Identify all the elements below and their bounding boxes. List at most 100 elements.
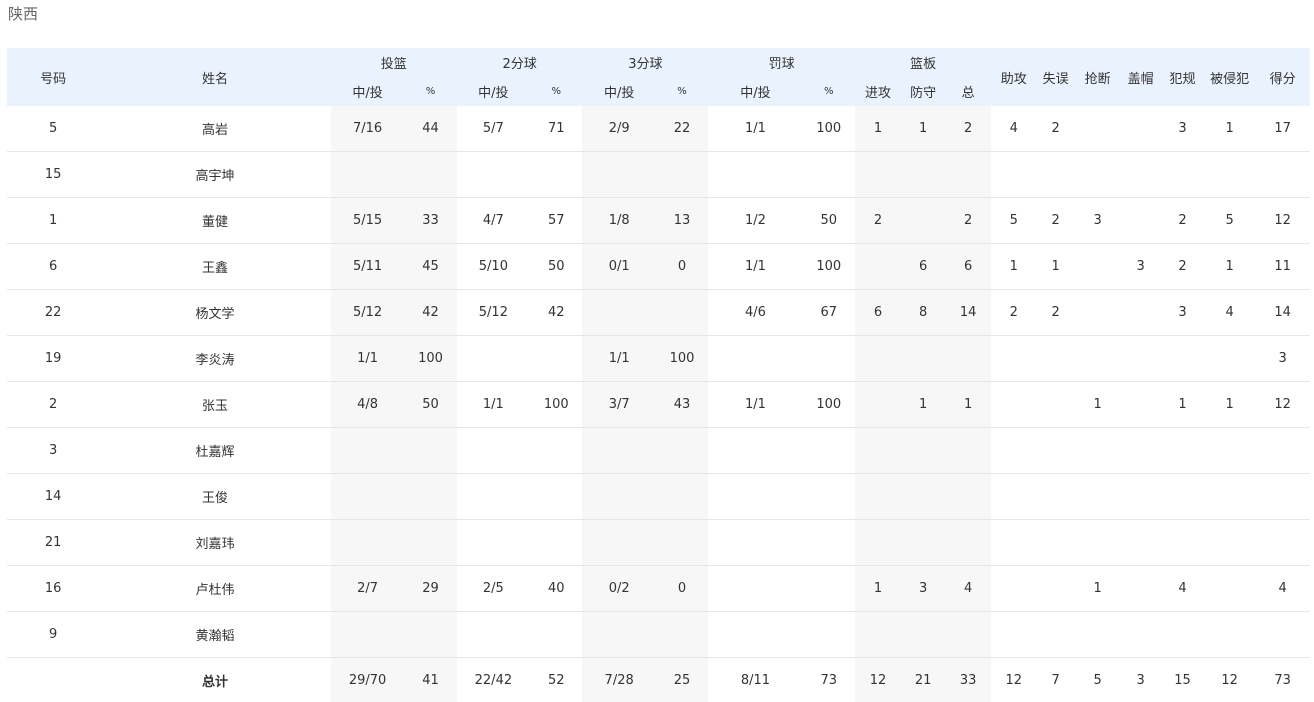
fouls [1161, 428, 1204, 474]
header-oreb: 进攻 [855, 77, 901, 106]
fouled [1204, 152, 1255, 198]
assists: 4 [991, 106, 1036, 152]
points [1255, 612, 1310, 658]
fouls: 15 [1161, 658, 1204, 702]
player-name: 杨文学 [99, 290, 331, 336]
header-three-pt: 3分球 [582, 48, 708, 77]
blocks [1120, 106, 1161, 152]
steals [1075, 106, 1120, 152]
header-treb: 总 [945, 77, 991, 106]
ft-pct [803, 428, 855, 474]
assists [991, 336, 1036, 382]
points: 73 [1255, 658, 1310, 702]
assists: 1 [991, 244, 1036, 290]
assists [991, 428, 1036, 474]
player-name: 李炎涛 [99, 336, 331, 382]
player-name: 黄瀚韬 [99, 612, 331, 658]
fouls [1161, 612, 1204, 658]
ft-pct [803, 336, 855, 382]
two-made-att: 4/7 [457, 198, 530, 244]
ft-pct: 100 [803, 244, 855, 290]
three-made-att [582, 152, 655, 198]
player-name: 杜嘉辉 [99, 428, 331, 474]
off-rebounds: 1 [855, 566, 901, 612]
player-number: 14 [7, 474, 99, 520]
turnovers: 2 [1036, 106, 1075, 152]
steals [1075, 336, 1120, 382]
ft-pct [803, 152, 855, 198]
turnovers [1036, 520, 1075, 566]
fg-made-att: 2/7 [331, 566, 404, 612]
two-pct [530, 336, 582, 382]
off-rebounds [855, 428, 901, 474]
off-rebounds [855, 382, 901, 428]
two-made-att [457, 152, 530, 198]
two-made-att: 5/7 [457, 106, 530, 152]
two-pct [530, 428, 582, 474]
assists [991, 612, 1036, 658]
ft-pct: 100 [803, 106, 855, 152]
ft-made-att: 1/1 [708, 244, 802, 290]
two-made-att [457, 474, 530, 520]
ft-pct [803, 566, 855, 612]
two-pct: 100 [530, 382, 582, 428]
header-name: 姓名 [99, 48, 331, 106]
header-ft-pct: % [803, 77, 855, 106]
fouled [1204, 428, 1255, 474]
three-made-att [582, 290, 655, 336]
def-rebounds: 1 [901, 382, 945, 428]
player-number: 22 [7, 290, 99, 336]
ft-pct: 50 [803, 198, 855, 244]
ft-made-att [708, 336, 802, 382]
three-pct: 0 [656, 244, 708, 290]
fouls: 4 [1161, 566, 1204, 612]
three-pct: 13 [656, 198, 708, 244]
turnovers [1036, 152, 1075, 198]
fg-made-att: 5/11 [331, 244, 404, 290]
def-rebounds: 1 [901, 106, 945, 152]
two-made-att: 22/42 [457, 658, 530, 702]
turnovers [1036, 612, 1075, 658]
turnovers: 2 [1036, 198, 1075, 244]
fouls [1161, 520, 1204, 566]
fg-pct [404, 152, 456, 198]
table-row: 9黄瀚韬 [7, 612, 1310, 658]
ft-pct [803, 520, 855, 566]
points: 4 [1255, 566, 1310, 612]
off-rebounds [855, 152, 901, 198]
total-rebounds [945, 520, 991, 566]
total-rebounds: 33 [945, 658, 991, 702]
fg-pct [404, 612, 456, 658]
fouled [1204, 612, 1255, 658]
three-pct [656, 520, 708, 566]
player-name: 王鑫 [99, 244, 331, 290]
two-pct: 52 [530, 658, 582, 702]
ft-made-att [708, 566, 802, 612]
ft-made-att [708, 474, 802, 520]
three-pct: 43 [656, 382, 708, 428]
two-pct [530, 612, 582, 658]
player-number [7, 658, 99, 702]
header-assists: 助攻 [991, 48, 1036, 106]
total-rebounds [945, 612, 991, 658]
table-row: 5高岩7/16445/7712/9221/1100112423117 [7, 106, 1310, 152]
points [1255, 152, 1310, 198]
total-rebounds: 2 [945, 198, 991, 244]
total-rebounds [945, 336, 991, 382]
fouls [1161, 336, 1204, 382]
player-number: 19 [7, 336, 99, 382]
def-rebounds [901, 152, 945, 198]
three-made-att [582, 428, 655, 474]
table-row: 6王鑫5/11455/10500/101/1100661132111 [7, 244, 1310, 290]
ft-made-att: 1/1 [708, 106, 802, 152]
fg-made-att: 7/16 [331, 106, 404, 152]
player-name: 卢杜伟 [99, 566, 331, 612]
fg-pct [404, 474, 456, 520]
turnovers [1036, 336, 1075, 382]
ft-made-att [708, 612, 802, 658]
three-made-att: 1/8 [582, 198, 655, 244]
two-made-att [457, 336, 530, 382]
fouled: 4 [1204, 290, 1255, 336]
two-pct: 42 [530, 290, 582, 336]
table-row: 3杜嘉辉 [7, 428, 1310, 474]
